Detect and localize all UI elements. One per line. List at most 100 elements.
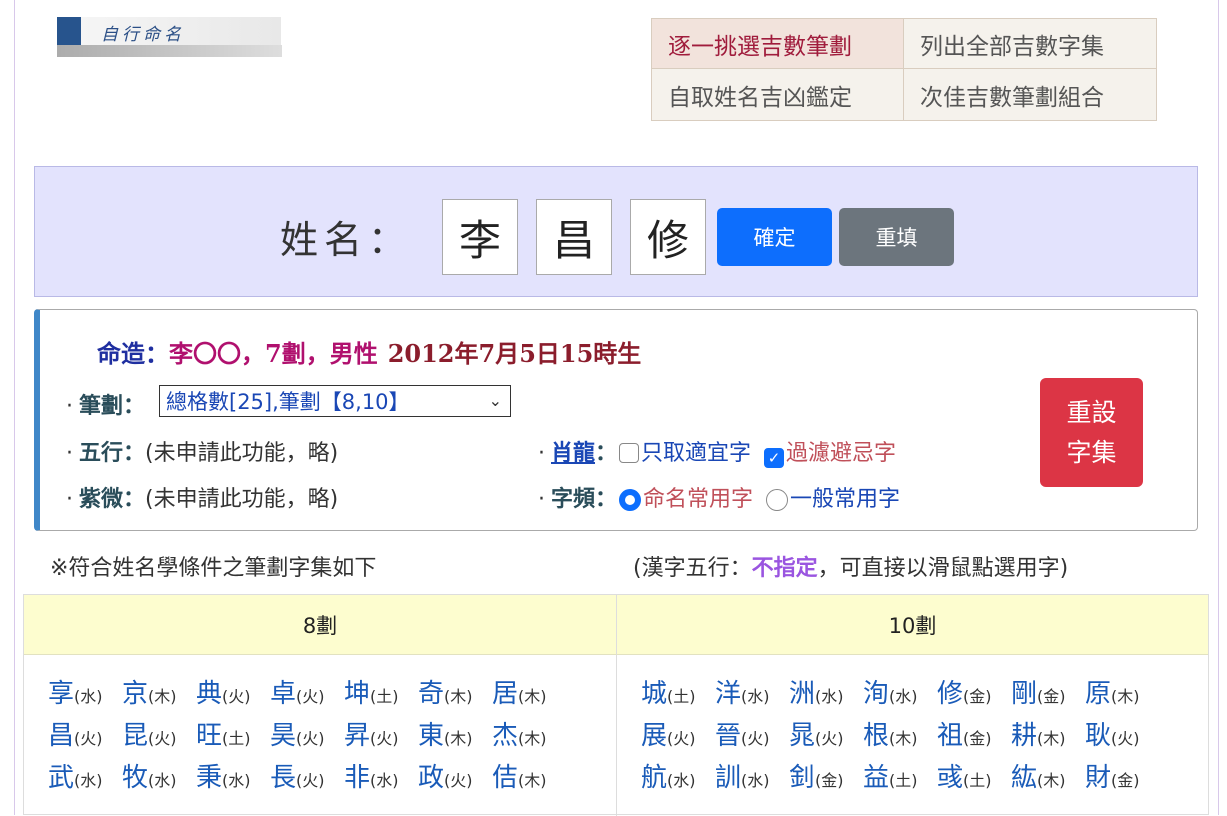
char-glyph: 牧	[122, 763, 149, 793]
char-option[interactable]: 非(水)	[344, 757, 418, 797]
char-element-value: 火	[1117, 729, 1134, 748]
char-element-value: 火	[80, 729, 97, 748]
char-element-value: 金	[1117, 771, 1134, 790]
char-element: (水)	[889, 687, 918, 706]
char-option[interactable]: 典(火)	[196, 673, 270, 713]
menu-item-self-check[interactable]: 自取姓名吉凶鑑定	[652, 69, 904, 120]
menu-item-pick-strokes[interactable]: 逐一挑選吉數筆劃	[652, 19, 904, 69]
char-element-value: 木	[154, 687, 171, 706]
char-glyph: 耕	[1011, 721, 1038, 751]
menu-item-second-best[interactable]: 次佳吉數筆劃組合	[904, 69, 1156, 120]
char-option[interactable]: 昌(火)	[48, 715, 122, 755]
char-option[interactable]: 東(木)	[418, 715, 492, 755]
given-char1-input[interactable]: 昌	[536, 199, 612, 275]
char-option[interactable]: 武(水)	[48, 757, 122, 797]
char-option[interactable]: 洵(水)	[863, 673, 937, 713]
freq-general-label[interactable]: 一般常用字	[790, 487, 900, 512]
refill-button[interactable]: 重填	[839, 208, 954, 266]
char-option[interactable]: 居(木)	[492, 673, 566, 713]
char-glyph: 奇	[418, 679, 445, 709]
site-logo[interactable]: 自行命名	[57, 17, 282, 57]
char-option[interactable]: 京(木)	[122, 673, 196, 713]
char-option[interactable]: 修(金)	[937, 673, 1011, 713]
filter-taboo-label[interactable]: 過濾避忌字	[786, 441, 896, 466]
ziwei-row: · 紫微：(未申請此功能，略)	[66, 481, 338, 513]
char-option[interactable]: 長(火)	[270, 757, 344, 797]
char-option[interactable]: 彧(土)	[937, 757, 1011, 797]
only-suitable-label[interactable]: 只取適宜字	[641, 441, 751, 466]
wuxing-note-em[interactable]: 不指定	[752, 556, 818, 581]
strokes-select-value: 總格數[25],筆劃【8,10】	[166, 390, 410, 414]
freq-common-name-label[interactable]: 命名常用字	[643, 487, 753, 512]
char-option[interactable]: 洲(水)	[789, 673, 863, 713]
char-option[interactable]: 城(土)	[641, 673, 715, 713]
filter-taboo-checkbox[interactable]: ✓	[764, 448, 785, 468]
char-option[interactable]: 訓(水)	[715, 757, 789, 797]
char-option[interactable]: 紘(木)	[1011, 757, 1085, 797]
char-glyph: 城	[641, 679, 668, 709]
char-option[interactable]: 奇(木)	[418, 673, 492, 713]
chevron-down-icon: ⌄	[488, 391, 502, 410]
char-option[interactable]: 原(木)	[1085, 673, 1159, 713]
char-option[interactable]: 剛(金)	[1011, 673, 1085, 713]
char-option[interactable]: 釗(金)	[789, 757, 863, 797]
strokes-select[interactable]: 總格數[25],筆劃【8,10】 ⌄	[159, 385, 511, 417]
char-option[interactable]: 昆(火)	[122, 715, 196, 755]
char-glyph: 財	[1085, 763, 1112, 793]
char-option[interactable]: 財(金)	[1085, 757, 1159, 797]
top-menu: 逐一挑選吉數筆劃 列出全部吉數字集 自取姓名吉凶鑑定 次佳吉數筆劃組合	[651, 18, 1157, 121]
strokes-row: · 筆劃：	[66, 388, 145, 420]
char-element-value: 水	[80, 687, 97, 706]
char-element: (火)	[1111, 729, 1140, 748]
char-option[interactable]: 益(土)	[863, 757, 937, 797]
freq-label: 字頻：	[551, 487, 618, 512]
char-element: (木)	[889, 729, 918, 748]
freq-common-name-radio[interactable]	[619, 489, 642, 511]
reset-charset-button[interactable]: 重設 字集	[1040, 378, 1143, 487]
char-element: (火)	[815, 729, 844, 748]
char-option[interactable]: 政(火)	[418, 757, 492, 797]
char-option[interactable]: 坤(土)	[344, 673, 418, 713]
only-suitable-checkbox[interactable]	[619, 443, 640, 463]
char-element-value: 水	[895, 687, 912, 706]
char-element-value: 金	[821, 771, 838, 790]
char-element-value: 水	[747, 687, 764, 706]
char-option[interactable]: 牧(水)	[122, 757, 196, 797]
char-option[interactable]: 昇(火)	[344, 715, 418, 755]
char-option[interactable]: 昊(火)	[270, 715, 344, 755]
char-option[interactable]: 耕(木)	[1011, 715, 1085, 755]
char-option[interactable]: 航(水)	[641, 757, 715, 797]
menu-item-list-all[interactable]: 列出全部吉數字集	[904, 19, 1156, 69]
char-element: (火)	[444, 771, 473, 790]
char-option[interactable]: 展(火)	[641, 715, 715, 755]
char-option[interactable]: 根(木)	[863, 715, 937, 755]
char-option[interactable]: 晉(火)	[715, 715, 789, 755]
strokes-label: 筆劃：	[79, 394, 146, 419]
char-glyph: 政	[418, 763, 445, 793]
confirm-button[interactable]: 確定	[717, 208, 832, 266]
surname-char-input[interactable]: 李	[442, 199, 518, 275]
zodiac-link[interactable]: 肖龍	[551, 441, 595, 466]
char-option[interactable]: 卓(火)	[270, 673, 344, 713]
char-element-value: 木	[1043, 729, 1060, 748]
col-8-chars: 享(水) 京(木) 典(火) 卓(火) 坤(土) 奇(木) 居(木) 昌(火) 昆(火) 旺(土)…	[24, 655, 617, 816]
char-glyph: 剛	[1011, 679, 1038, 709]
char-element-value: 木	[450, 687, 467, 706]
char-option[interactable]: 享(水)	[48, 673, 122, 713]
char-glyph: 訓	[715, 763, 742, 793]
char-element: (木)	[518, 687, 547, 706]
char-glyph: 原	[1085, 679, 1112, 709]
char-option[interactable]: 祖(金)	[937, 715, 1011, 755]
given-char2-input[interactable]: 修	[630, 199, 706, 275]
char-element: (金)	[963, 729, 992, 748]
char-option[interactable]: 晁(火)	[789, 715, 863, 755]
char-option[interactable]: 秉(水)	[196, 757, 270, 797]
fate-birth: 2012年7月5日15時生	[387, 339, 642, 368]
char-option[interactable]: 旺(土)	[196, 715, 270, 755]
char-glyph: 卓	[270, 679, 297, 709]
char-option[interactable]: 杰(木)	[492, 715, 566, 755]
char-option[interactable]: 耿(火)	[1085, 715, 1159, 755]
char-option[interactable]: 佶(木)	[492, 757, 566, 797]
char-option[interactable]: 洋(水)	[715, 673, 789, 713]
freq-general-radio[interactable]	[766, 489, 789, 511]
